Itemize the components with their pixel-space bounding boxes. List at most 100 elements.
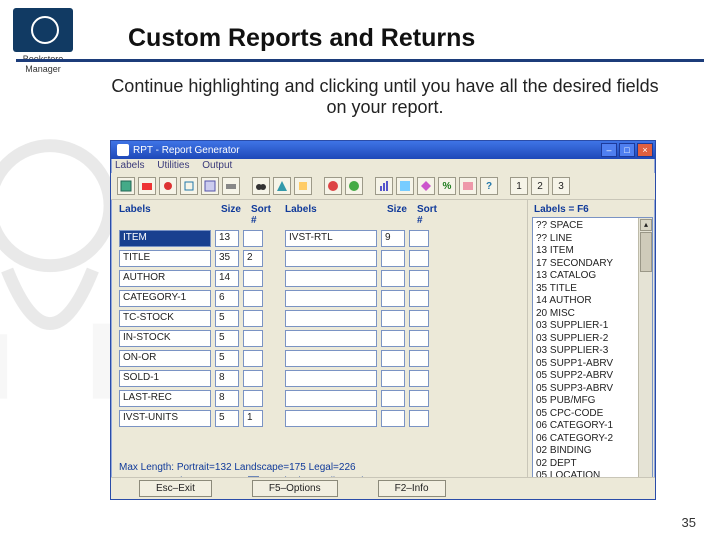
- toolbar-icon[interactable]: [117, 177, 135, 195]
- field-label[interactable]: IN-STOCK: [119, 330, 211, 347]
- field-sort[interactable]: [409, 270, 429, 287]
- binoculars-icon[interactable]: [252, 177, 270, 195]
- field-sort[interactable]: [243, 350, 263, 367]
- preset-3-button[interactable]: 3: [552, 177, 570, 195]
- field-label[interactable]: [285, 290, 377, 307]
- help-icon[interactable]: ?: [480, 177, 498, 195]
- list-item[interactable]: 05 PUB/MFG: [536, 395, 636, 408]
- field-size[interactable]: 5: [215, 310, 239, 327]
- minimize-button[interactable]: –: [601, 143, 617, 157]
- field-size[interactable]: 9: [381, 230, 405, 247]
- field-size[interactable]: [381, 350, 405, 367]
- percent-icon[interactable]: %: [438, 177, 456, 195]
- toolbar-icon[interactable]: [201, 177, 219, 195]
- field-label[interactable]: ON-OR: [119, 350, 211, 367]
- list-item[interactable]: 02 DEPT: [536, 458, 636, 471]
- list-item[interactable]: 03 SUPPLIER-3: [536, 345, 636, 358]
- toolbar-icon[interactable]: [138, 177, 156, 195]
- field-label[interactable]: CATEGORY-1: [119, 290, 211, 307]
- scroll-up-icon[interactable]: ▴: [640, 219, 652, 231]
- field-label[interactable]: [285, 310, 377, 327]
- toolbar-icon[interactable]: [294, 177, 312, 195]
- list-item[interactable]: 05 SUPP1-ABRV: [536, 358, 636, 371]
- field-label[interactable]: [285, 330, 377, 347]
- toolbar-icon[interactable]: [375, 177, 393, 195]
- field-size[interactable]: [381, 270, 405, 287]
- toolbar-icon[interactable]: [180, 177, 198, 195]
- field-sort[interactable]: [409, 230, 429, 247]
- labels-listbox[interactable]: ?? SPACE?? LINE13 ITEM17 SECONDARY13 CAT…: [532, 217, 653, 496]
- field-sort[interactable]: [409, 290, 429, 307]
- list-item[interactable]: 03 SUPPLIER-1: [536, 320, 636, 333]
- menu-utilities[interactable]: Utilities: [157, 160, 189, 171]
- close-button[interactable]: ×: [637, 143, 653, 157]
- field-label[interactable]: [285, 250, 377, 267]
- field-size[interactable]: [381, 330, 405, 347]
- exit-button[interactable]: Esc–Exit: [139, 480, 212, 497]
- field-size[interactable]: 13: [215, 230, 239, 247]
- list-item[interactable]: ?? LINE: [536, 233, 636, 246]
- list-item[interactable]: 06 CATEGORY-2: [536, 433, 636, 446]
- list-item[interactable]: 13 CATALOG: [536, 270, 636, 283]
- toolbar-icon[interactable]: [273, 177, 291, 195]
- field-sort[interactable]: [409, 370, 429, 387]
- field-sort[interactable]: [409, 350, 429, 367]
- field-label[interactable]: [285, 270, 377, 287]
- toolbar-icon[interactable]: [459, 177, 477, 195]
- field-sort[interactable]: [243, 370, 263, 387]
- toolbar-icon[interactable]: [396, 177, 414, 195]
- preset-1-button[interactable]: 1: [510, 177, 528, 195]
- field-size[interactable]: 8: [215, 370, 239, 387]
- field-label[interactable]: LAST-REC: [119, 390, 211, 407]
- toolbar-icon[interactable]: [159, 177, 177, 195]
- field-sort[interactable]: [409, 250, 429, 267]
- field-label[interactable]: SOLD-1: [119, 370, 211, 387]
- list-item[interactable]: 20 MISC: [536, 308, 636, 321]
- field-label[interactable]: ITEM: [119, 230, 211, 247]
- list-item[interactable]: 13 ITEM: [536, 245, 636, 258]
- toolbar-icon[interactable]: [345, 177, 363, 195]
- field-size[interactable]: 6: [215, 290, 239, 307]
- field-sort[interactable]: [243, 270, 263, 287]
- field-label[interactable]: [285, 390, 377, 407]
- list-item[interactable]: 05 SUPP2-ABRV: [536, 370, 636, 383]
- field-size[interactable]: [381, 250, 405, 267]
- info-button[interactable]: F2–Info: [378, 480, 446, 497]
- field-sort[interactable]: 1: [243, 410, 263, 427]
- toolbar-icon[interactable]: [324, 177, 342, 195]
- field-label[interactable]: [285, 370, 377, 387]
- field-label[interactable]: TC-STOCK: [119, 310, 211, 327]
- field-size[interactable]: [381, 390, 405, 407]
- field-size[interactable]: 14: [215, 270, 239, 287]
- list-item[interactable]: 05 SUPP3-ABRV: [536, 383, 636, 396]
- list-item[interactable]: 02 BINDING: [536, 445, 636, 458]
- window-titlebar[interactable]: RPT - Report Generator – □ ×: [111, 141, 655, 159]
- field-size[interactable]: [381, 410, 405, 427]
- field-label[interactable]: [285, 410, 377, 427]
- field-size[interactable]: [381, 290, 405, 307]
- toolbar-icon[interactable]: [417, 177, 435, 195]
- field-size[interactable]: 35: [215, 250, 239, 267]
- field-size[interactable]: [381, 370, 405, 387]
- field-sort[interactable]: [409, 390, 429, 407]
- maximize-button[interactable]: □: [619, 143, 635, 157]
- list-item[interactable]: 05 CPC-CODE: [536, 408, 636, 421]
- field-label[interactable]: IVST-RTL: [285, 230, 377, 247]
- list-item[interactable]: 17 SECONDARY: [536, 258, 636, 271]
- field-sort[interactable]: [243, 310, 263, 327]
- field-sort[interactable]: [409, 410, 429, 427]
- list-item[interactable]: 06 CATEGORY-1: [536, 420, 636, 433]
- field-sort[interactable]: [243, 230, 263, 247]
- list-item[interactable]: ?? SPACE: [536, 220, 636, 233]
- field-sort[interactable]: 2: [243, 250, 263, 267]
- field-sort[interactable]: [243, 290, 263, 307]
- field-size[interactable]: 8: [215, 390, 239, 407]
- field-sort[interactable]: [243, 330, 263, 347]
- field-label[interactable]: TITLE: [119, 250, 211, 267]
- field-size[interactable]: 5: [215, 350, 239, 367]
- preset-2-button[interactable]: 2: [531, 177, 549, 195]
- field-sort[interactable]: [409, 330, 429, 347]
- list-item[interactable]: 14 AUTHOR: [536, 295, 636, 308]
- menu-labels[interactable]: Labels: [115, 160, 144, 171]
- menu-output[interactable]: Output: [202, 160, 232, 171]
